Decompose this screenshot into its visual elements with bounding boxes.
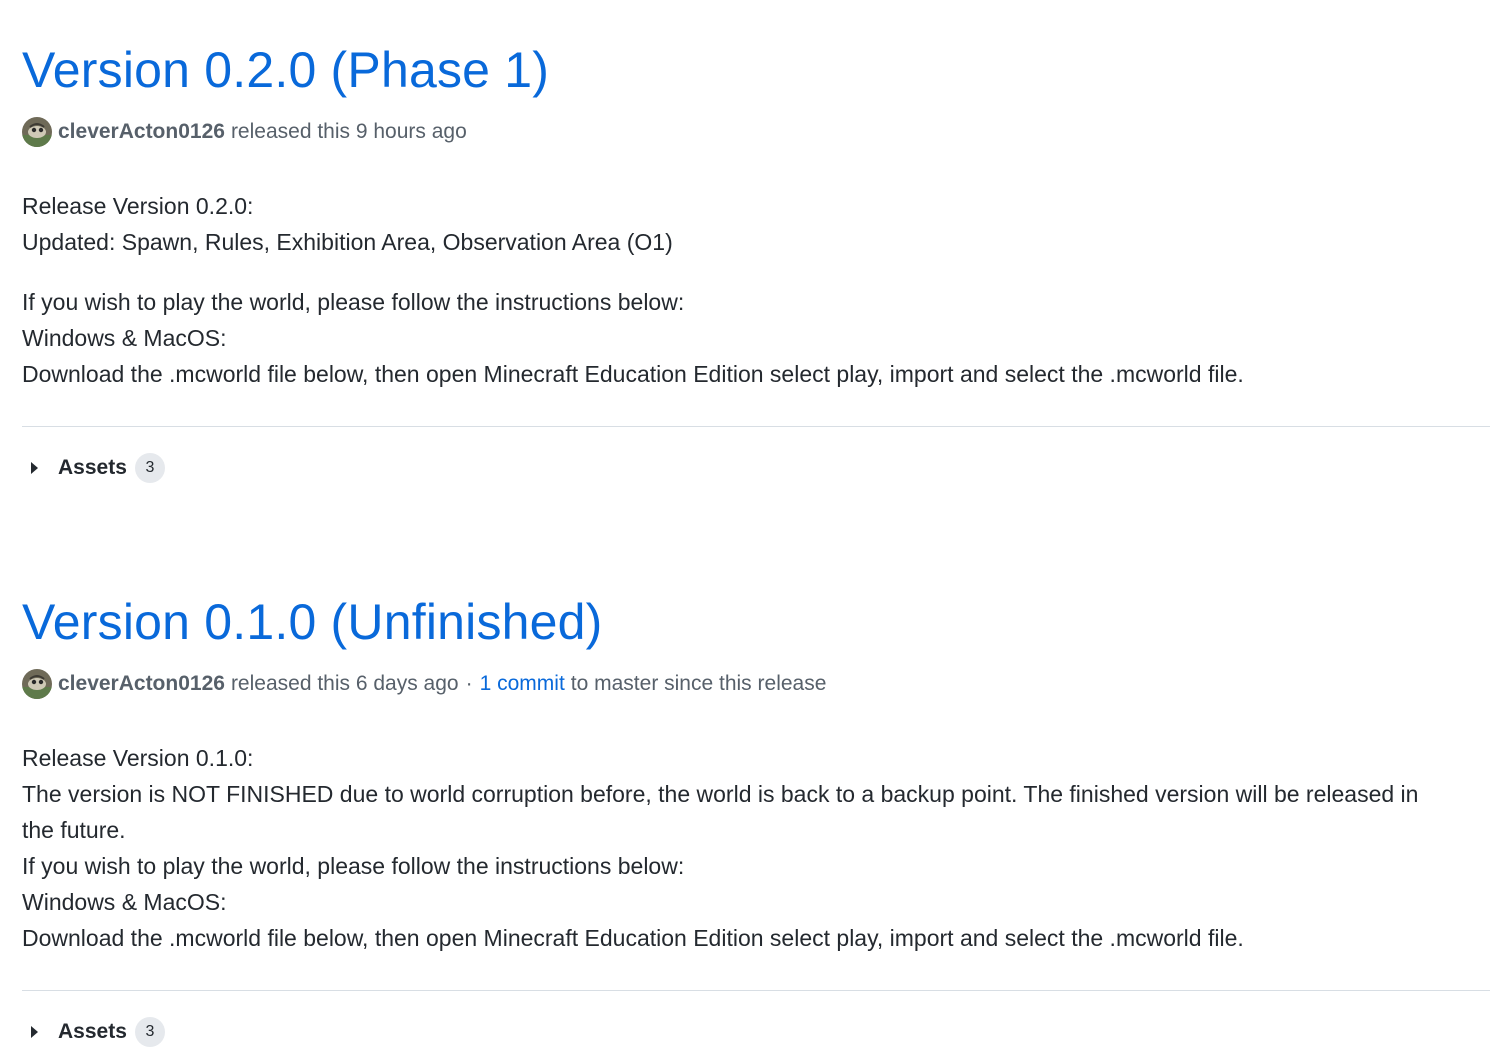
release-meta: cleverActon0126 released this 9 hours ag…	[22, 116, 1490, 148]
caret-right-icon	[31, 462, 38, 474]
release-meta: cleverActon0126 released this 6 days ago…	[22, 668, 1490, 700]
released-time: released this 6 days ago	[230, 672, 459, 695]
release-notes-paragraph: Release Version 0.2.0: Updated: Spawn, R…	[22, 188, 1490, 260]
avatar[interactable]	[22, 117, 52, 147]
assets-label: Assets	[58, 456, 127, 479]
assets-count-badge: 3	[134, 1017, 165, 1047]
notes-line: If you wish to play the world, please fo…	[22, 289, 685, 315]
meta-separator: ·	[465, 672, 473, 695]
notes-line: Download the .mcworld file below, then o…	[22, 925, 1244, 951]
notes-line: Release Version 0.1.0:	[22, 745, 254, 771]
release-title-link[interactable]: Version 0.1.0 (Unfinished)	[22, 590, 603, 654]
release-notes: Release Version 0.1.0: The version is NO…	[22, 740, 1490, 956]
release-notes-paragraph: Release Version 0.1.0: The version is NO…	[22, 740, 1490, 956]
notes-line: The version is NOT FINISHED due to world…	[22, 781, 1419, 807]
assets-label: Assets	[58, 1020, 127, 1043]
notes-line: If you wish to play the world, please fo…	[22, 853, 685, 879]
release-item: Version 0.2.0 (Phase 1) cleverActon0126 …	[22, 38, 1490, 485]
notes-line: the future.	[22, 817, 126, 843]
notes-line: Download the .mcworld file below, then o…	[22, 361, 1244, 387]
assets-toggle[interactable]: Assets 3	[22, 451, 1490, 485]
assets-toggle[interactable]: Assets 3	[22, 1015, 1490, 1049]
assets-count-badge: 3	[134, 453, 165, 483]
avatar-image	[22, 669, 52, 699]
release-notes-paragraph: If you wish to play the world, please fo…	[22, 284, 1490, 392]
author-link[interactable]: cleverActon0126	[58, 120, 225, 144]
author-link[interactable]: cleverActon0126	[58, 672, 225, 696]
notes-line: Windows & MacOS:	[22, 325, 227, 351]
released-time: released this 9 hours ago	[230, 120, 467, 143]
commits-since-text: to master since this release	[570, 672, 827, 695]
notes-line: Release Version 0.2.0:	[22, 193, 254, 219]
commits-since-link[interactable]: 1 commit	[480, 672, 565, 696]
caret-right-icon	[31, 1026, 38, 1038]
notes-line: Updated: Spawn, Rules, Exhibition Area, …	[22, 229, 673, 255]
notes-line: Windows & MacOS:	[22, 889, 227, 915]
release-title-link[interactable]: Version 0.2.0 (Phase 1)	[22, 38, 549, 102]
release-notes: Release Version 0.2.0: Updated: Spawn, R…	[22, 188, 1490, 392]
divider	[22, 426, 1490, 427]
avatar-image	[22, 117, 52, 147]
avatar[interactable]	[22, 669, 52, 699]
divider	[22, 990, 1490, 991]
release-item: Version 0.1.0 (Unfinished) cleverActon01…	[22, 590, 1490, 1049]
